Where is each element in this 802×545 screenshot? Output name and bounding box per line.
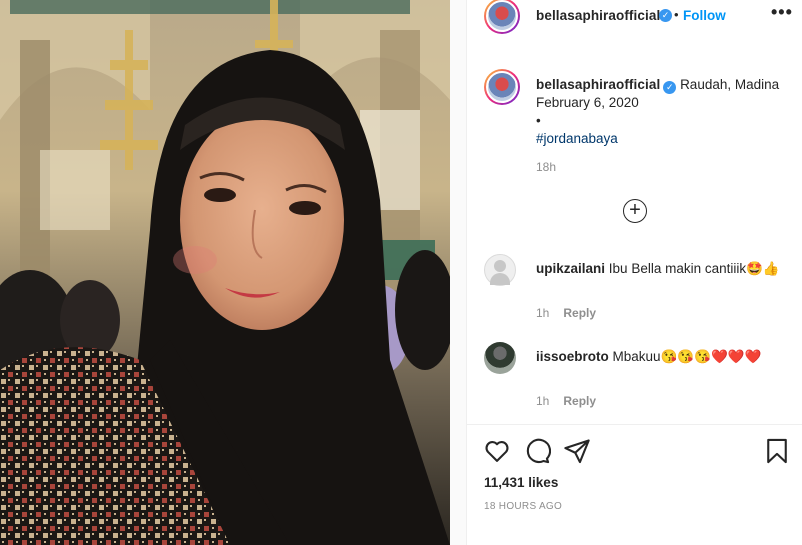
follow-button[interactable]: Follow	[683, 8, 726, 23]
action-bar: 11,431 likes 18 HOURS AGO	[467, 424, 802, 545]
commenter-username[interactable]: iissoebroto	[536, 349, 609, 364]
commenter-username[interactable]: upikzailani	[536, 261, 605, 276]
post-sidebar: bellasaphiraofficial ✓ • Follow ••• bell…	[466, 0, 802, 545]
comment-meta: 1h Reply	[536, 306, 596, 320]
comment-body: Ibu Bella makin cantiiik🤩👍	[608, 261, 780, 276]
author-username[interactable]: bellasaphiraofficial	[536, 8, 660, 23]
commenter-avatar[interactable]	[484, 254, 516, 286]
commenter-avatar[interactable]	[484, 342, 516, 374]
caption-hashtag[interactable]: #jordanabaya	[536, 131, 618, 146]
comment-text: upikzailani Ibu Bella makin cantiiik🤩👍	[536, 260, 801, 278]
caption-date: February 6, 2020	[536, 95, 639, 110]
author-avatar[interactable]	[484, 0, 520, 34]
comment-body: Mbakuu😘😘😘❤️❤️❤️	[612, 349, 762, 364]
separator-dot: •	[674, 7, 679, 22]
caption-username[interactable]: bellasaphiraofficial	[536, 77, 660, 92]
caption-bullet: •	[536, 113, 541, 128]
reply-button[interactable]: Reply	[563, 394, 596, 408]
post-photo[interactable]	[0, 0, 450, 545]
caption-location: Raudah, Madina	[680, 77, 780, 92]
load-more-comments-button[interactable]: +	[623, 199, 647, 223]
verified-badge-icon: ✓	[659, 9, 672, 22]
post-image	[0, 0, 450, 545]
caption-text: bellasaphiraofficial ✓ Raudah, Madina Feb…	[536, 76, 796, 148]
caption-age: 18h	[536, 160, 557, 174]
comment-time: 1h	[536, 306, 550, 320]
post-header: bellasaphiraofficial ✓ • Follow •••	[467, 0, 802, 34]
heart-icon[interactable]	[483, 437, 511, 465]
more-options-icon[interactable]: •••	[771, 2, 793, 23]
reply-button[interactable]: Reply	[563, 306, 596, 320]
verified-badge-icon: ✓	[663, 81, 677, 94]
comment-icon[interactable]	[523, 437, 551, 465]
share-icon[interactable]	[563, 437, 591, 465]
likes-count[interactable]: 11,431 likes	[484, 475, 558, 490]
comment-time: 1h	[536, 394, 550, 408]
bookmark-icon[interactable]	[763, 437, 791, 465]
post-timestamp[interactable]: 18 HOURS AGO	[484, 501, 562, 512]
comment-text: iissoebroto Mbakuu😘😘😘❤️❤️❤️	[536, 348, 801, 366]
comment-meta: 1h Reply	[536, 394, 596, 408]
caption-avatar[interactable]	[484, 69, 520, 105]
